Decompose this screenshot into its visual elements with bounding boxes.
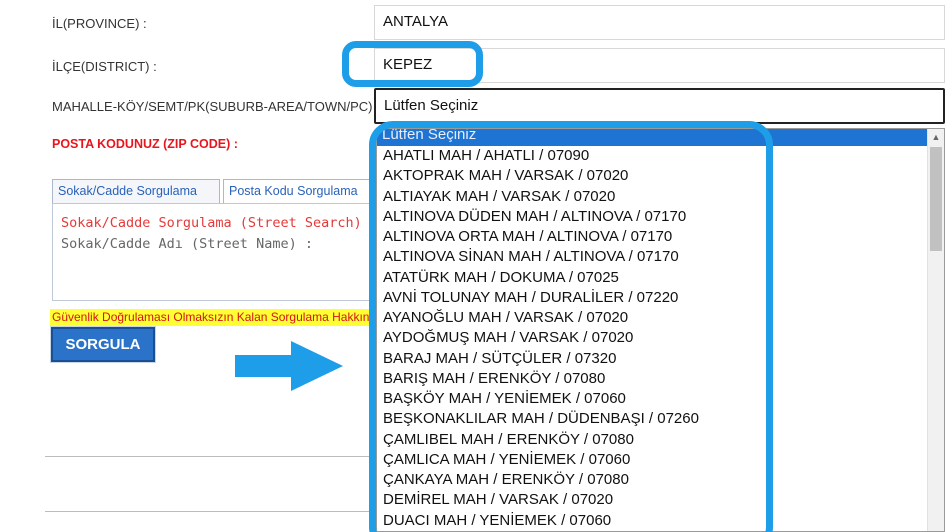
street-search-panel: Sokak/Cadde Sorgulama (Street Search) So…	[52, 203, 382, 301]
suburb-select[interactable]: Lütfen Seçiniz	[374, 88, 945, 124]
zip-code-label: POSTA KODUNUZ (ZIP CODE) :	[52, 137, 238, 151]
street-name-label: Sokak/Cadde Adı (Street Name) :	[61, 236, 313, 252]
panel-title: Sokak/Cadde Sorgulama (Street Search)	[61, 215, 362, 231]
tab-postcode-search[interactable]: Posta Kodu Sorgulama	[223, 179, 383, 203]
query-button[interactable]: SORGULA	[50, 326, 156, 363]
divider	[45, 456, 378, 457]
tab-street-search[interactable]: Sokak/Cadde Sorgulama	[52, 179, 220, 203]
district-label: İLÇE(DISTRICT) :	[52, 59, 157, 74]
right-arrow-icon	[235, 341, 343, 391]
security-note: Güvenlik Doğrulaması Olmaksızın Kalan So…	[50, 309, 380, 326]
kepez-highlight-outline	[342, 41, 483, 87]
chevron-up-icon[interactable]: ▲	[928, 129, 944, 146]
province-field[interactable]: ANTALYA	[374, 5, 945, 40]
divider	[45, 511, 378, 512]
dropdown-highlight-outline	[369, 121, 773, 532]
scrollbar-thumb[interactable]	[930, 147, 942, 251]
province-label: İL(PROVINCE) :	[52, 16, 147, 31]
dropdown-scrollbar[interactable]: ▲	[927, 129, 944, 531]
suburb-label: MAHALLE-KÖY/SEMT/PK(SUBURB-AREA/TOWN/PC)…	[52, 99, 380, 114]
